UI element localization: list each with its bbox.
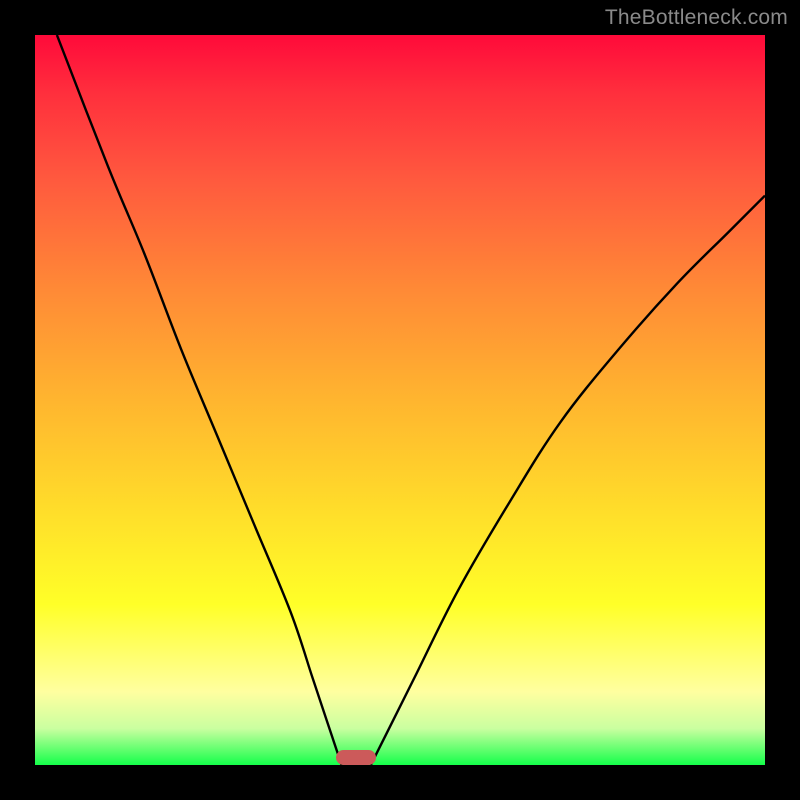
curve-left-branch <box>57 35 342 765</box>
watermark-text: TheBottleneck.com <box>605 6 788 30</box>
plot-area <box>35 35 765 765</box>
chart-frame: TheBottleneck.com <box>0 0 800 800</box>
curve-right-branch <box>371 196 765 765</box>
optimal-point-marker <box>336 750 376 765</box>
bottleneck-curve <box>35 35 765 765</box>
